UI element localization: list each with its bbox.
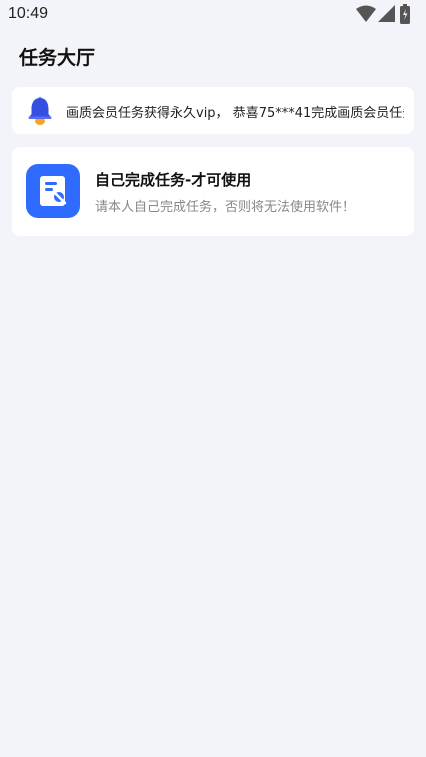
status-icons [356,4,426,24]
page-title: 任务大厅 [19,47,96,69]
task-card[interactable]: 自己完成任务-才可使用 请本人自己完成任务，否则将无法使用软件！ [12,147,414,236]
notice-banner[interactable]: 画质会员任务获得永久vip， 恭喜75***41完成画质会员任务获 [12,87,414,134]
status-bar: 10:49 [0,0,426,28]
signal-icon [378,5,395,22]
status-time: 10:49 [8,5,49,22]
task-icon [26,164,80,218]
bell-icon [28,97,52,125]
task-description: 请本人自己完成任务，否则将无法使用软件！ [95,200,356,215]
wifi-icon [356,5,376,22]
battery-icon [400,4,410,24]
document-wrench-icon [40,176,67,206]
notice-marquee-text: 画质会员任务获得永久vip， 恭喜75***41完成画质会员任务获 [66,106,404,121]
task-title: 自己完成任务-才可使用 [95,171,252,189]
